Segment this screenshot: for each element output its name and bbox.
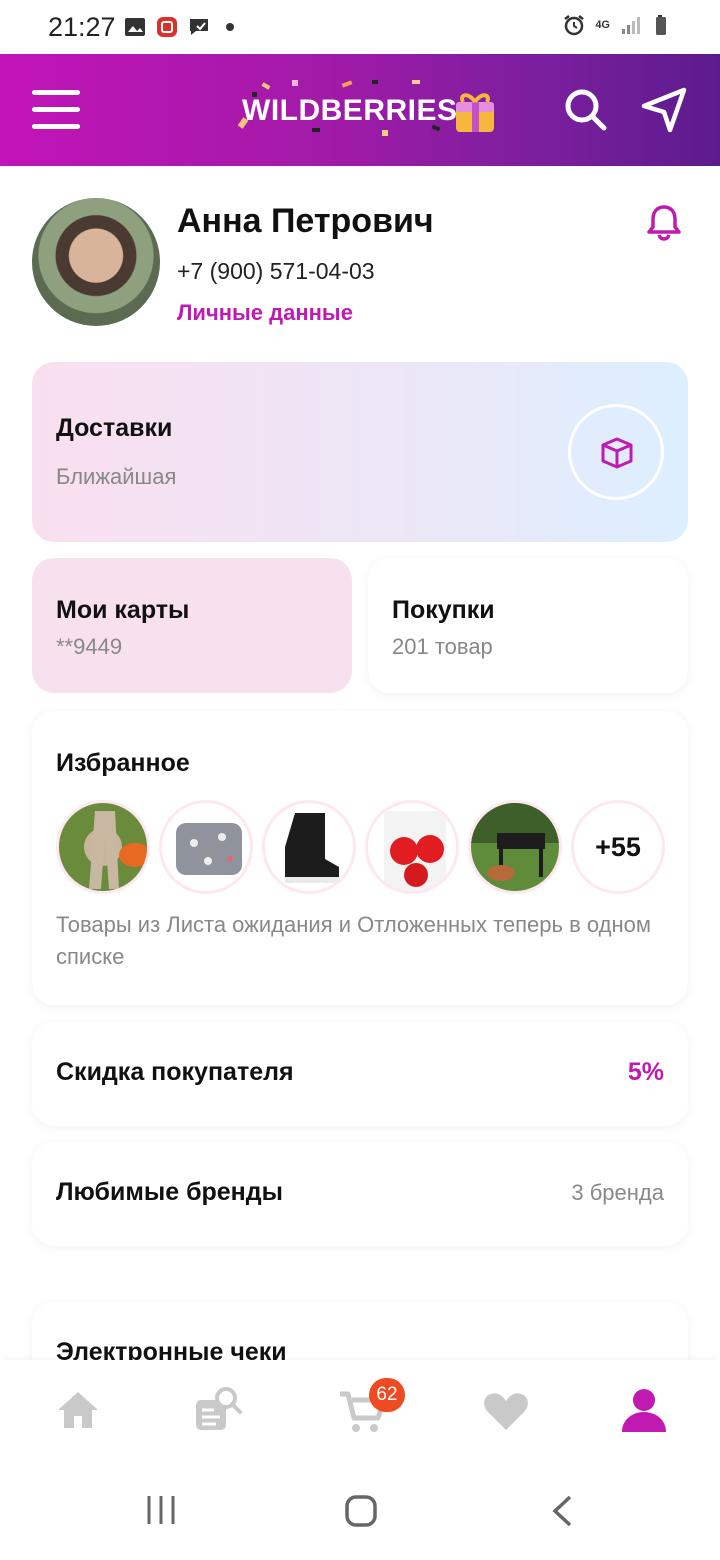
purchases-count: 201 товар bbox=[392, 634, 493, 659]
brand-name: WILDBERRIES bbox=[242, 94, 458, 127]
menu-icon[interactable] bbox=[32, 90, 80, 130]
personal-data-link[interactable]: Личные данные bbox=[177, 300, 353, 326]
brands-card[interactable]: Любимые бренды 3 бренда bbox=[32, 1142, 688, 1246]
brands-count: 3 бренда bbox=[571, 1180, 664, 1205]
my-cards-number: **9449 bbox=[56, 634, 123, 659]
back-icon[interactable] bbox=[550, 1494, 574, 1528]
user-phone: +7 (900) 571-04-03 bbox=[177, 258, 375, 284]
catalog-icon[interactable] bbox=[190, 1384, 242, 1436]
purchases-title: Покупки bbox=[392, 596, 495, 624]
favorite-item-boot[interactable] bbox=[262, 800, 356, 894]
status-time: 21:27 bbox=[48, 12, 116, 42]
app-icon bbox=[157, 17, 177, 37]
favorite-item-pillowcase[interactable] bbox=[159, 800, 253, 894]
battery-icon bbox=[656, 15, 666, 35]
system-nav-bar bbox=[0, 1460, 720, 1560]
purchases-card[interactable]: Покупки 201 товар bbox=[368, 558, 688, 693]
bottom-nav bbox=[0, 1360, 720, 1460]
brands-title: Любимые бренды bbox=[56, 1178, 284, 1206]
box-icon-circle bbox=[568, 404, 664, 500]
message-icon bbox=[190, 19, 208, 35]
favorites-more-button[interactable]: +55 bbox=[571, 800, 665, 894]
my-cards-card[interactable]: Мои карты **9449 bbox=[32, 558, 352, 693]
discount-card[interactable]: Скидка покупателя 5% bbox=[32, 1022, 688, 1126]
favorites-title: Избранное bbox=[56, 749, 190, 777]
notification-dot bbox=[226, 23, 234, 31]
favorite-item-tomato-seeds[interactable] bbox=[365, 800, 459, 894]
cart-badge: 62 bbox=[369, 1378, 405, 1412]
send-icon[interactable] bbox=[636, 82, 692, 138]
favorites-card[interactable]: Избранное +55 Товары из Листа ожидания и… bbox=[32, 711, 688, 1005]
gift-icon bbox=[456, 93, 494, 132]
my-cards-title: Мои карты bbox=[56, 596, 190, 624]
app-header: WILDBERRIES bbox=[0, 54, 720, 166]
signal-icon bbox=[622, 17, 640, 34]
alarm-icon bbox=[564, 15, 585, 36]
favorite-item-pants[interactable] bbox=[56, 800, 150, 894]
profile-icon[interactable] bbox=[618, 1384, 670, 1436]
discount-title: Скидка покупателя bbox=[56, 1058, 294, 1086]
bell-icon[interactable] bbox=[644, 202, 684, 242]
deliveries-title: Доставки bbox=[56, 414, 173, 442]
user-name: Анна Петрович bbox=[177, 202, 434, 240]
image-icon bbox=[125, 18, 145, 36]
favorite-item-grill[interactable] bbox=[468, 800, 562, 894]
deliveries-card[interactable]: Доставки Ближайшая bbox=[32, 362, 688, 542]
deliveries-subtitle: Ближайшая bbox=[56, 464, 177, 489]
status-bar: 21:27 4G bbox=[0, 0, 720, 54]
discount-value: 5% bbox=[627, 1058, 664, 1086]
wildberries-logo[interactable]: WILDBERRIES bbox=[232, 78, 502, 142]
search-icon[interactable] bbox=[558, 82, 614, 138]
heart-icon[interactable] bbox=[480, 1384, 532, 1436]
network-type: 4G bbox=[595, 18, 610, 31]
recent-apps-icon[interactable] bbox=[146, 1494, 176, 1526]
home-button-icon[interactable] bbox=[344, 1494, 378, 1528]
box-icon bbox=[601, 437, 633, 469]
home-icon[interactable] bbox=[52, 1384, 104, 1436]
favorites-note: Товары из Листа ожидания и Отложенных те… bbox=[56, 912, 651, 969]
avatar[interactable] bbox=[32, 198, 160, 326]
